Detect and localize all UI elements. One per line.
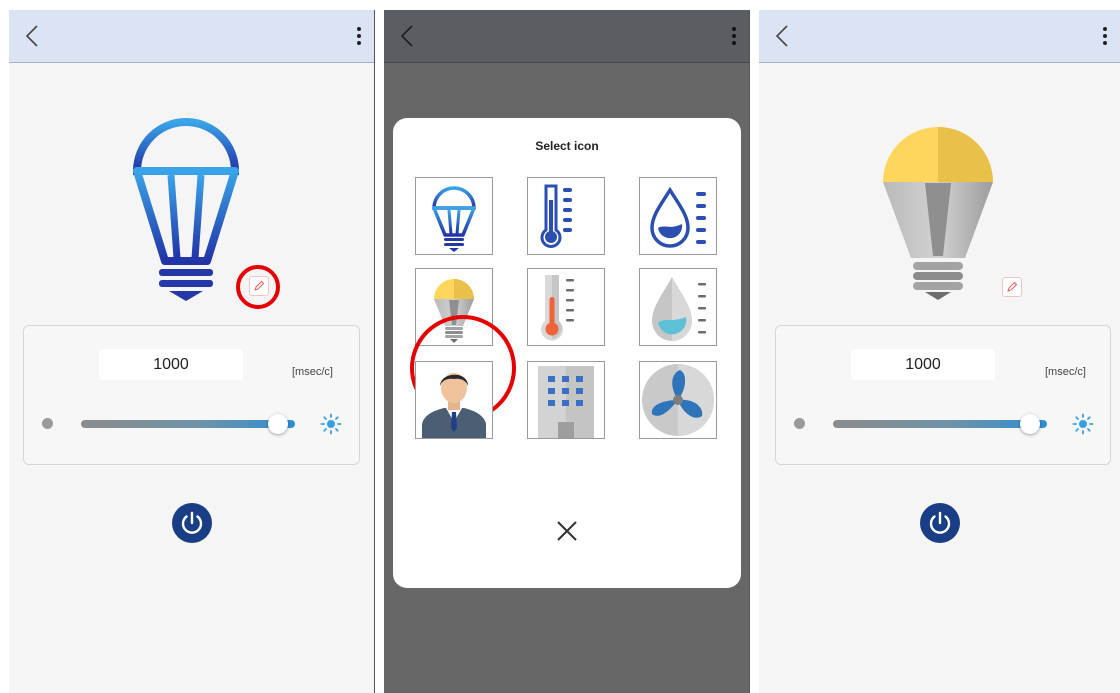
annotation-circle bbox=[236, 265, 280, 309]
gray-humidity-icon bbox=[652, 277, 706, 341]
close-icon[interactable] bbox=[551, 515, 583, 547]
device-content: 1000 [msec/c] bbox=[9, 63, 374, 693]
dimmed-backdrop: Select icon bbox=[384, 63, 749, 693]
power-button[interactable] bbox=[172, 503, 212, 543]
fan-icon bbox=[642, 364, 714, 436]
unit-label: [msec/c] bbox=[292, 366, 333, 378]
dialog-title: Select icon bbox=[535, 139, 599, 153]
sun-icon bbox=[1072, 413, 1094, 435]
icon-option-blue-thermometer[interactable] bbox=[527, 177, 605, 255]
icon-option-gray-humidity[interactable] bbox=[639, 268, 717, 346]
gray-thermometer-icon bbox=[541, 275, 574, 341]
power-button[interactable] bbox=[920, 503, 960, 543]
more-options-icon[interactable] bbox=[725, 22, 743, 50]
back-arrow-icon[interactable] bbox=[769, 22, 797, 50]
app-bar bbox=[384, 10, 749, 63]
more-options-icon[interactable] bbox=[350, 22, 368, 50]
value-field[interactable]: 1000 bbox=[851, 349, 995, 380]
building-icon bbox=[538, 366, 594, 438]
icon-option-blue-humidity[interactable] bbox=[639, 177, 717, 255]
blue-thermometer-icon bbox=[540, 184, 572, 248]
yellow-bulb-icon bbox=[883, 127, 993, 300]
app-bar bbox=[9, 10, 374, 63]
icon-option-building[interactable] bbox=[527, 361, 605, 439]
app-bar bbox=[759, 10, 1120, 63]
slider-track bbox=[833, 420, 1047, 428]
brightness-slider[interactable] bbox=[833, 414, 1047, 434]
power-icon bbox=[181, 511, 203, 534]
sun-icon bbox=[320, 413, 342, 435]
power-icon bbox=[929, 511, 951, 534]
device-screen-after: 1000 [msec/c] bbox=[759, 10, 1120, 693]
brightness-panel: 1000 [msec/c] bbox=[775, 325, 1111, 465]
brightness-panel: 1000 [msec/c] bbox=[23, 325, 360, 465]
blue-humidity-icon bbox=[650, 186, 706, 248]
back-arrow-icon[interactable] bbox=[19, 22, 47, 50]
icon-option-blue-bulb[interactable] bbox=[415, 177, 493, 255]
slider-track bbox=[81, 420, 295, 428]
blue-bulb-icon bbox=[432, 186, 476, 252]
dim-icon bbox=[794, 418, 805, 429]
blue-bulb-icon bbox=[132, 118, 240, 301]
select-icon-dialog: Select icon bbox=[393, 118, 741, 588]
person-icon bbox=[422, 373, 486, 438]
icon-picker-screen: Select icon bbox=[384, 10, 750, 693]
icon-option-person[interactable] bbox=[415, 361, 493, 439]
device-content: 1000 [msec/c] bbox=[759, 63, 1120, 693]
device-screen-before: 1000 [msec/c] bbox=[9, 10, 375, 693]
back-arrow-icon[interactable] bbox=[394, 22, 422, 50]
slider-thumb[interactable] bbox=[1019, 414, 1040, 434]
dim-icon bbox=[42, 418, 53, 429]
icon-option-gray-thermometer[interactable] bbox=[527, 268, 605, 346]
brightness-slider[interactable] bbox=[81, 414, 295, 434]
more-options-icon[interactable] bbox=[1096, 22, 1114, 50]
edit-icon-button[interactable] bbox=[1002, 277, 1022, 297]
unit-label: [msec/c] bbox=[1045, 366, 1086, 378]
icon-option-fan[interactable] bbox=[639, 361, 717, 439]
slider-thumb[interactable] bbox=[267, 414, 288, 434]
pencil-icon bbox=[1007, 281, 1018, 292]
value-field[interactable]: 1000 bbox=[99, 349, 243, 380]
